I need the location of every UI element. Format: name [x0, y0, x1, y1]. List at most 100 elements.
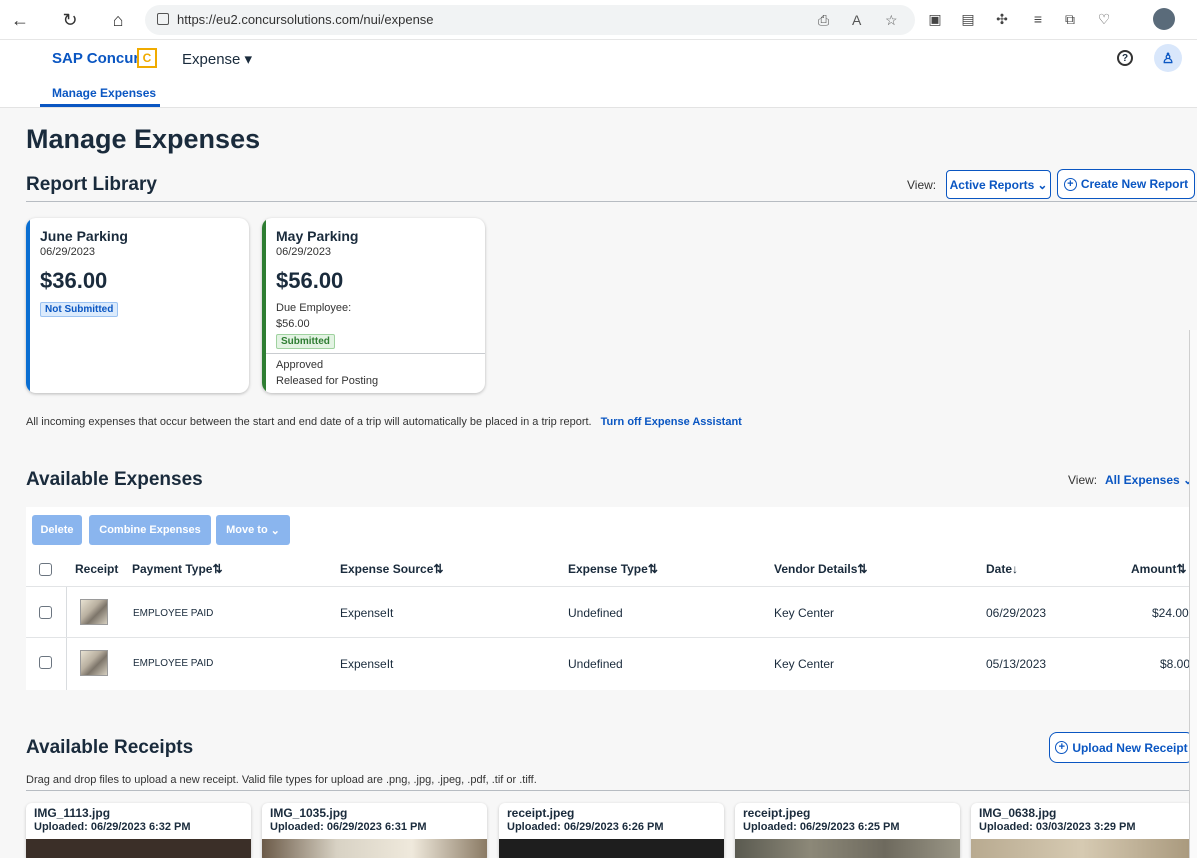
share-icon[interactable]: ⎙	[818, 12, 829, 29]
expense-source: ExpenseIt	[340, 657, 394, 671]
column-payment-type[interactable]: Payment Type⇅	[132, 562, 223, 576]
combine-expenses-button[interactable]: Combine Expenses	[89, 515, 211, 545]
available-receipts-title: Available Receipts	[26, 737, 194, 758]
url-text[interactable]: https://eu2.concursolutions.com/nui/expe…	[177, 12, 434, 27]
back-icon[interactable]: ←	[8, 8, 32, 32]
create-new-report-button[interactable]: + Create New Report	[1057, 169, 1195, 199]
receipt-card[interactable]: IMG_1035.jpg Uploaded: 06/29/2023 6:31 P…	[262, 803, 487, 858]
collections-icon[interactable]: ⧉	[1060, 9, 1080, 29]
status-badge: Not Submitted	[40, 302, 119, 317]
receipt-card[interactable]: IMG_1113.jpg Uploaded: 06/29/2023 6:32 P…	[26, 803, 251, 858]
card-accent-bar	[26, 218, 30, 393]
all-expenses-dropdown[interactable]: All Expenses ⌄	[1105, 473, 1193, 487]
add-circle-icon: +	[1055, 741, 1069, 754]
home-icon[interactable]: ⌂	[106, 8, 130, 32]
sort-icon: ⇅	[647, 562, 658, 576]
receipt-filename: receipt.jpeg	[743, 806, 811, 820]
column-receipt: Receipt	[75, 562, 119, 576]
header-divider	[26, 586, 1197, 587]
expense-assistant-notice: All incoming expenses that occur between…	[26, 416, 742, 428]
delete-button[interactable]: Delete	[32, 515, 82, 545]
tab-manage-expenses[interactable]: Manage Expenses	[52, 86, 156, 100]
receipt-thumbnail[interactable]	[80, 650, 108, 676]
receipt-upload-date: Uploaded: 06/29/2023 6:32 PM	[34, 821, 191, 833]
expenses-view-label: View:	[1068, 473, 1098, 487]
section-divider	[26, 790, 1197, 791]
browser-toolbar: ← ↻ ⌂ https://eu2.concursolutions.com/nu…	[0, 0, 1197, 40]
favorites-list-icon[interactable]: ≡	[1028, 9, 1048, 29]
column-label: Expense Type	[568, 562, 648, 576]
favorite-star-icon[interactable]: ☆	[885, 12, 898, 29]
expense-date: 06/29/2023	[986, 606, 1047, 620]
extension-icon[interactable]: ▤	[958, 9, 978, 29]
column-date[interactable]: Date↓	[986, 562, 1018, 576]
column-amount[interactable]: Amount⇅	[1131, 562, 1186, 576]
column-label: Amount	[1131, 562, 1177, 576]
extension-puzzle-icon[interactable]: ✣	[992, 9, 1012, 29]
concur-logo-icon: C	[137, 48, 157, 68]
report-card-june-parking[interactable]: June Parking 06/29/2023 $36.00 Not Submi…	[26, 218, 249, 393]
browser-profile-avatar[interactable]	[1153, 8, 1175, 30]
health-icon[interactable]: ♡	[1094, 9, 1114, 29]
approval-status: Approved	[276, 359, 324, 371]
receipt-upload-date: Uploaded: 06/29/2023 6:25 PM	[743, 821, 900, 833]
column-expense-source[interactable]: Expense Source⇅	[340, 562, 443, 576]
report-name: June Parking	[40, 228, 128, 244]
move-to-button[interactable]: Move to ⌄	[216, 515, 290, 545]
receipt-image	[735, 839, 960, 858]
read-aloud-icon[interactable]: A	[852, 12, 861, 28]
active-reports-label: Active Reports	[949, 177, 1035, 192]
sort-icon: ⇅	[433, 562, 444, 576]
column-vendor-details[interactable]: Vendor Details⇅	[774, 562, 867, 576]
receipt-image	[26, 839, 251, 858]
expense-menu[interactable]: Expense ▾	[182, 50, 252, 68]
row-checkbox[interactable]	[39, 606, 52, 619]
lock-icon	[157, 13, 169, 25]
receipt-card[interactable]: receipt.jpeg Uploaded: 06/29/2023 6:25 P…	[735, 803, 960, 858]
user-profile-icon[interactable]: ♙	[1154, 44, 1182, 72]
upload-new-receipt-button[interactable]: + Upload New Receipt	[1049, 732, 1194, 763]
payment-type: EMPLOYEE PAID	[133, 658, 214, 669]
upload-instructions: Drag and drop files to upload a new rece…	[26, 774, 537, 786]
extension-icon[interactable]: ▣	[925, 9, 945, 29]
column-label: Expense Source	[340, 562, 434, 576]
select-all-checkbox[interactable]	[39, 563, 52, 576]
receipt-image	[262, 839, 487, 858]
assistant-text: All incoming expenses that occur between…	[26, 416, 592, 428]
active-reports-dropdown[interactable]: Active Reports ⌄	[946, 170, 1051, 199]
add-circle-icon: +	[1063, 177, 1077, 191]
report-card-may-parking[interactable]: May Parking 06/29/2023 $56.00 Due Employ…	[262, 218, 485, 393]
card-divider	[266, 353, 485, 354]
receipt-filename: IMG_1035.jpg	[270, 806, 348, 820]
vendor-details: Key Center	[774, 606, 835, 620]
scrollbar[interactable]	[1189, 330, 1197, 858]
address-bar[interactable]: https://eu2.concursolutions.com/nui/expe…	[145, 5, 915, 35]
move-to-label: Move to	[226, 524, 268, 536]
receipt-thumbnail[interactable]	[80, 599, 108, 625]
chevron-down-icon: ⌄	[1037, 177, 1048, 192]
status-badge: Submitted	[276, 334, 335, 349]
expense-amount: $8.00	[1160, 657, 1191, 671]
app-header: SAP Concur C Expense ▾ ? ♙ Manage Expens…	[0, 40, 1197, 108]
help-icon[interactable]: ?	[1117, 50, 1133, 66]
brand-name[interactable]: SAP Concur	[52, 50, 139, 67]
posting-status: Released for Posting	[276, 375, 379, 387]
receipt-image	[499, 839, 724, 858]
receipt-card[interactable]: receipt.jpeg Uploaded: 06/29/2023 6:26 P…	[499, 803, 724, 858]
turn-off-assistant-link[interactable]: Turn off Expense Assistant	[601, 416, 742, 428]
chevron-down-icon: ⌄	[270, 524, 280, 537]
receipt-filename: receipt.jpeg	[507, 806, 575, 820]
refresh-icon[interactable]: ↻	[58, 8, 82, 32]
report-date: 06/29/2023	[40, 246, 96, 258]
expense-amount: $24.00	[1152, 606, 1189, 620]
sort-descending-icon: ↓	[1012, 562, 1019, 576]
row-checkbox[interactable]	[39, 656, 52, 669]
report-amount: $56.00	[276, 268, 344, 293]
sort-icon: ⇅	[1176, 562, 1187, 576]
page-title: Manage Expenses	[26, 124, 261, 154]
expenses-table: Delete Combine Expenses Move to ⌄ Receip…	[26, 507, 1197, 690]
column-expense-type[interactable]: Expense Type⇅	[568, 562, 658, 576]
receipt-card[interactable]: IMG_0638.jpg Uploaded: 03/03/2023 3:29 P…	[971, 803, 1193, 858]
create-new-report-label: Create New Report	[1080, 177, 1189, 191]
all-expenses-label: All Expenses	[1105, 473, 1180, 487]
